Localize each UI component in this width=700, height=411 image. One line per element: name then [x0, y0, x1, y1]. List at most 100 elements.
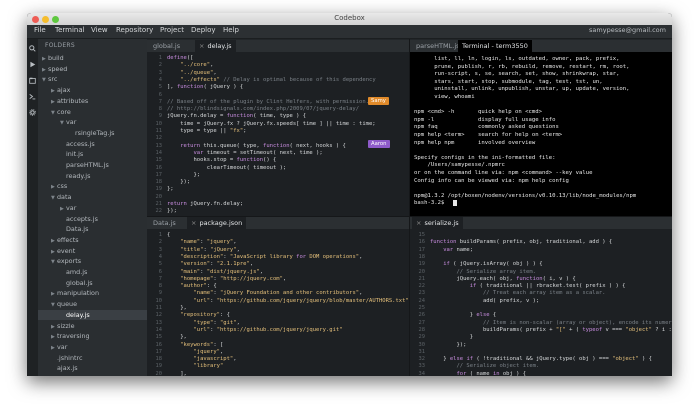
- run-icon[interactable]: [29, 61, 36, 68]
- code-line: ],: [167, 370, 187, 376]
- tree-folder[interactable]: ▶ speed: [38, 64, 147, 74]
- line-number: 17: [155, 348, 163, 355]
- code-line: "../effects" // Delay is optimal because…: [180, 76, 376, 83]
- tree-file[interactable]: ajax.js: [38, 363, 147, 373]
- tree-folder[interactable]: ▶ traversing: [38, 331, 147, 341]
- horizontal-split-divider[interactable]: [147, 216, 672, 217]
- tree-item-label: build: [48, 54, 64, 62]
- tree-file[interactable]: accepts.js: [38, 214, 147, 224]
- tree-file[interactable]: rsingleTag.js: [38, 128, 147, 138]
- line-number: 29: [418, 334, 426, 341]
- close-icon[interactable]: ×: [199, 42, 204, 50]
- tab-label: package.json: [199, 219, 243, 227]
- tab-data-js[interactable]: Data.js: [149, 217, 180, 229]
- line-number: 1: [158, 232, 162, 238]
- tab-serialize-js[interactable]: × serialize.js: [412, 217, 463, 229]
- tree-folder[interactable]: ▶ build: [38, 53, 147, 63]
- tree-folder[interactable]: ▼ src: [38, 74, 147, 84]
- code-line: clearTimeout( timeout );: [167, 164, 287, 171]
- tab-bar: Data.js × package.json: [147, 217, 409, 229]
- code-line: });: [430, 341, 467, 348]
- menu-file[interactable]: File: [34, 26, 46, 34]
- tree-folder[interactable]: ▼ core: [38, 107, 147, 117]
- tab-terminal[interactable]: Terminal - term3550: [458, 40, 532, 52]
- tree-file[interactable]: ready.js: [38, 171, 147, 181]
- tree-folder[interactable]: ▶ attributes: [38, 96, 147, 106]
- line-number: 14: [155, 326, 163, 333]
- tree-folder[interactable]: ▶ css: [38, 181, 147, 191]
- menu-deploy[interactable]: Deploy: [191, 26, 216, 34]
- line-gutter: 1 2 3 4 5 6 7 8 9 10 11 12 13 14 15 16 17 18 19 20: [147, 229, 164, 376]
- menu-project[interactable]: Project: [160, 26, 184, 34]
- tree-folder[interactable]: ▶ effects: [38, 235, 147, 245]
- terminal-line: Specify configs in the ini-formatted fil…: [414, 154, 556, 161]
- settings-icon[interactable]: [29, 109, 36, 116]
- terminal-line: view, whoami: [414, 94, 475, 100]
- search-icon[interactable]: [29, 45, 36, 52]
- tree-folder[interactable]: ▼ data: [38, 192, 147, 202]
- editor-pane-package-json: Data.js × package.json 1 2 3 4 5 6 7 8 9 10 11 12 13 1…: [147, 217, 409, 376]
- line-number: 17: [418, 246, 426, 253]
- terminal-icon[interactable]: [29, 93, 36, 100]
- tree-folder[interactable]: ▼ var: [38, 117, 147, 127]
- tree-file[interactable]: delay.js: [38, 309, 147, 320]
- terminal-line: /Users/samypesse/.npmrc: [414, 162, 505, 169]
- line-number: 8: [158, 283, 162, 290]
- menu-help[interactable]: Help: [223, 26, 239, 34]
- tab-package-json[interactable]: × package.json: [187, 217, 247, 229]
- tab-parsehtml-js[interactable]: parseHTML.js: [412, 40, 464, 52]
- code-line: var timeout = setTimeout( next, time );: [193, 149, 323, 156]
- files-icon[interactable]: [29, 77, 36, 84]
- tree-folder[interactable]: ▶ manipulation: [38, 288, 147, 298]
- terminal-line: npm help npm involved overview: [414, 139, 536, 146]
- tab-delay-js[interactable]: × delay.js: [195, 40, 236, 52]
- code-line: "version": "2.1.1pre",: [180, 261, 254, 268]
- code-line: "type": "git",: [193, 319, 240, 326]
- tree-file[interactable]: parseHTML.js: [38, 160, 147, 170]
- code-line: };: [167, 171, 201, 178]
- line-number: 26: [418, 312, 426, 319]
- tree-folder[interactable]: ▼ queue: [38, 299, 147, 309]
- tree-item-label: queue: [57, 300, 78, 309]
- tree-folder[interactable]: ▶ var: [38, 342, 147, 352]
- code-line: // http://blindsignals.com/index.php/200…: [167, 106, 360, 113]
- tree-file[interactable]: .jshintrc: [38, 353, 147, 363]
- tree-folder[interactable]: ▶ event: [38, 246, 147, 256]
- tree-file[interactable]: init.js: [38, 149, 147, 159]
- line-number: 9: [158, 290, 162, 297]
- activity-bar: [27, 39, 38, 376]
- code-line: return this.queue( type, function( next,…: [180, 142, 346, 149]
- window-title: Codebox: [334, 14, 365, 22]
- line-number: 12: [155, 135, 163, 142]
- code-line: "repository": {: [180, 312, 230, 319]
- tree-file[interactable]: access.js: [38, 139, 147, 149]
- code-line: define([: [167, 55, 194, 61]
- tree-file[interactable]: global.js: [38, 278, 147, 288]
- tree-item-label: exports: [57, 257, 82, 266]
- tab-global-js[interactable]: global.js: [149, 40, 184, 52]
- tree-item-label: ajax.js: [57, 364, 78, 373]
- tree-folder[interactable]: ▼ exports: [38, 256, 147, 266]
- menu-repository[interactable]: Repository: [116, 26, 153, 34]
- menu-view[interactable]: View: [91, 26, 108, 34]
- vertical-split-divider[interactable]: [409, 39, 410, 376]
- tree-folder[interactable]: ▶ var: [38, 203, 147, 213]
- tree-item-label: src: [48, 75, 58, 84]
- code-line: {: [167, 232, 171, 238]
- tree-folder[interactable]: ▶ sizzle: [38, 321, 147, 331]
- title-bar: Codebox: [27, 13, 672, 25]
- line-number: 3: [158, 246, 162, 253]
- menu-terminal[interactable]: Terminal: [55, 26, 85, 34]
- tree-item-label: var: [57, 342, 68, 351]
- tree-folder[interactable]: ▶ ajax: [38, 85, 147, 95]
- user-email[interactable]: samypesse@gmail.com: [589, 26, 666, 34]
- line-number: 19: [155, 186, 163, 193]
- folders-header: FOLDERS: [45, 42, 76, 49]
- line-number: 15: [155, 157, 163, 164]
- line-number: 16: [155, 164, 163, 171]
- tree-file[interactable]: amd.js: [38, 267, 147, 277]
- close-icon[interactable]: ×: [416, 219, 421, 227]
- tree-file[interactable]: Data.js: [38, 224, 147, 234]
- line-number: 18: [418, 253, 426, 260]
- close-icon[interactable]: ×: [191, 219, 196, 227]
